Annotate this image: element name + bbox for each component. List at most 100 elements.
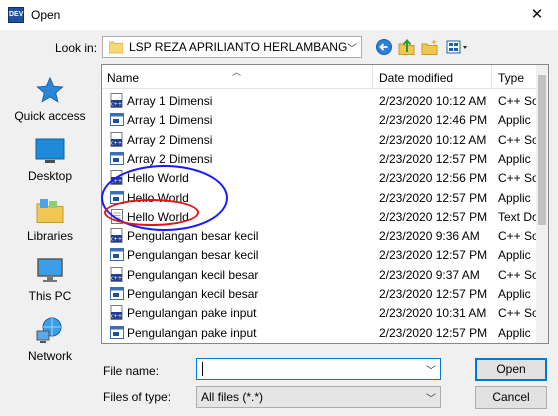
file-type: Applic: [498, 287, 531, 301]
place-desktop[interactable]: Desktop: [4, 136, 96, 196]
view-menu-icon[interactable]: [446, 38, 472, 56]
look-in-dropdown[interactable]: LSP REZA APRILIANTO HERLAMBANG ﹀: [102, 36, 362, 58]
file-type: C++ So: [498, 132, 539, 147]
column-divider[interactable]: [372, 65, 373, 89]
file-row[interactable]: Array 1 Dimensi 2/23/2020 12:46 PM Applic: [102, 110, 538, 129]
svg-text:c++: c++: [111, 314, 122, 320]
text-caret: [202, 362, 203, 376]
title-bar: DEV Open ✕: [0, 0, 558, 30]
look-in-value: LSP REZA APRILIANTO HERLAMBANG: [129, 40, 348, 54]
application-icon: [110, 325, 124, 339]
cpp-source-icon: c++: [110, 93, 123, 108]
file-name: Array 1 Dimensi: [127, 113, 213, 128]
file-type: C++ So: [498, 171, 539, 186]
file-date-modified: 2/23/2020 10:31 AM: [379, 306, 487, 321]
file-name: Pengulangan besar kecil: [127, 248, 259, 263]
file-date-modified: 2/23/2020 12:57 PM: [379, 287, 488, 301]
file-row[interactable]: c++ Array 2 Dimensi 2/23/2020 10:12 AM C++ …: [102, 130, 539, 149]
column-name[interactable]: Name: [107, 71, 139, 85]
libraries-icon: [36, 199, 64, 223]
place-label: This PC: [28, 289, 72, 303]
files-of-type-dropdown[interactable]: All files (*.*) ﹀: [196, 386, 441, 408]
file-date-modified: 2/23/2020 12:57 PM: [379, 190, 488, 205]
place-libraries[interactable]: Libraries: [4, 196, 96, 256]
application-icon: [110, 113, 124, 127]
file-row[interactable]: c++ Pengulangan kecil besar 2/23/2020 9:37…: [102, 265, 539, 284]
application-icon: [110, 151, 124, 165]
file-name: Array 1 Dimensi: [127, 94, 213, 108]
files-of-type-value: All files (*.*): [201, 390, 264, 404]
desktop-icon: [35, 138, 65, 163]
svg-text:c++: c++: [111, 140, 122, 146]
file-name-label: File name:: [103, 364, 160, 378]
file-date-modified: 2/23/2020 10:12 AM: [379, 132, 487, 147]
place-label: Network: [27, 349, 72, 363]
file-row[interactable]: Pengulangan kecil besar 2/23/2020 12:57 P…: [102, 284, 538, 303]
column-type[interactable]: Type: [498, 71, 524, 85]
places-bar: Quick access Desktop Libraries This PC N…: [4, 64, 96, 370]
file-type: Applic: [498, 325, 531, 340]
file-name: Pengulangan besar kecil: [127, 229, 259, 244]
sort-ascending-icon: ︿: [232, 67, 242, 77]
chevron-down-icon[interactable]: ﹀: [347, 40, 357, 55]
vertical-scrollbar[interactable]: [536, 65, 548, 343]
column-date-modified[interactable]: Date modified: [379, 71, 453, 85]
file-date-modified: 2/23/2020 12:57 PM: [379, 248, 488, 263]
file-type: C++ So: [498, 94, 539, 108]
open-button[interactable]: Open: [475, 358, 547, 381]
file-row[interactable]: Pengulangan pake input 2/23/2020 12:57 PM…: [102, 323, 538, 342]
back-icon[interactable]: [375, 38, 393, 56]
file-date-modified: 2/23/2020 12:57 PM: [379, 325, 488, 340]
file-type: Applic: [498, 190, 531, 205]
this-pc-icon: [37, 258, 63, 282]
file-type: Applic: [498, 151, 531, 166]
window-title: Open: [31, 8, 61, 22]
file-date-modified: 2/23/2020 12:46 PM: [379, 113, 488, 128]
list-header: ︿ Name Date modified Type: [102, 65, 538, 89]
network-icon: [36, 317, 62, 343]
file-date-modified: 2/23/2020 9:36 AM: [379, 229, 480, 244]
file-type: C++ So: [498, 229, 539, 244]
place-quick-access[interactable]: Quick access: [4, 76, 96, 136]
column-divider[interactable]: [491, 65, 492, 89]
scrollbar-thumb[interactable]: [538, 75, 546, 225]
file-date-modified: 2/23/2020 12:57 PM: [379, 209, 488, 224]
file-date-modified: 2/23/2020 12:56 PM: [379, 171, 488, 186]
quick-access-icon: [36, 76, 64, 103]
chevron-down-icon[interactable]: ﹀: [426, 390, 436, 405]
file-date-modified: 2/23/2020 10:12 AM: [379, 94, 487, 108]
file-row[interactable]: Pengulangan besar kecil 2/23/2020 12:57 P…: [102, 245, 538, 264]
new-folder-icon[interactable]: [421, 38, 439, 56]
svg-text:c++: c++: [111, 237, 122, 243]
file-name: Pengulangan kecil besar: [127, 287, 259, 301]
place-label: Quick access: [14, 109, 86, 123]
file-name-input[interactable]: ﹀: [196, 358, 441, 380]
file-date-modified: 2/23/2020 9:37 AM: [379, 267, 480, 282]
open-dialog: DEV Open ✕ Look in: LSP REZA APRILIANTO …: [0, 0, 558, 416]
svg-text:c++: c++: [111, 102, 122, 108]
svg-text:c++: c++: [111, 275, 122, 281]
files-of-type-label: Files of type:: [103, 390, 172, 404]
place-this-pc[interactable]: This PC: [4, 256, 96, 316]
up-folder-icon[interactable]: [398, 38, 416, 56]
cancel-button[interactable]: Cancel: [475, 386, 547, 409]
file-name: Pengulangan kecil besar: [127, 267, 259, 282]
file-row[interactable]: c++ Array 1 Dimensi 2/23/2020 10:12 AM C++ …: [102, 91, 539, 110]
file-type: Applic: [498, 248, 531, 263]
app-icon: DEV: [8, 7, 24, 23]
file-name: Pengulangan pake input: [127, 306, 257, 321]
cpp-source-icon: c++: [110, 305, 123, 321]
application-icon: [110, 287, 124, 300]
file-type: C++ So: [498, 267, 539, 282]
file-type: Applic: [498, 113, 531, 128]
file-row[interactable]: c++ Pengulangan pake input 2/23/2020 10:31…: [102, 303, 539, 322]
close-button[interactable]: ✕: [516, 0, 558, 30]
place-label: Libraries: [26, 229, 74, 243]
file-date-modified: 2/23/2020 12:57 PM: [379, 151, 488, 166]
place-network[interactable]: Network: [4, 316, 96, 376]
look-in-label: Look in:: [55, 41, 98, 55]
chevron-down-icon[interactable]: ﹀: [426, 362, 436, 377]
red-annotation-circle: [104, 199, 199, 226]
file-type: Text Do: [498, 209, 539, 224]
file-name: Pengulangan pake input: [127, 325, 257, 340]
